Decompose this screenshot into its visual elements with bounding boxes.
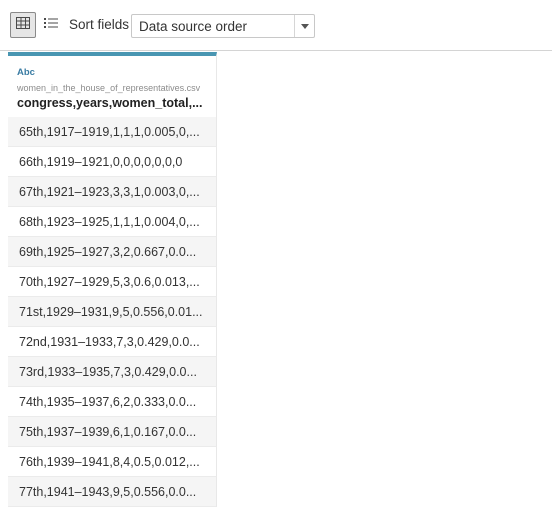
table-row[interactable]: 77th,1941–1943,9,5,0.556,0.0... <box>8 477 217 507</box>
grid-icon <box>16 16 30 34</box>
table-row[interactable]: 67th,1921–1923,3,3,1,0.003,0,... <box>8 177 217 207</box>
sort-fields-label: Sort fields <box>69 17 130 32</box>
sort-fields-dropdown[interactable]: Data source order <box>131 14 315 38</box>
column-name: congress,years,women_total,... <box>17 96 203 110</box>
column-source: women_in_the_house_of_representatives.cs… <box>17 83 201 93</box>
table-row[interactable]: 71st,1929–1931,9,5,0.556,0.01... <box>8 297 217 327</box>
list-view-button[interactable] <box>38 12 64 38</box>
grid-view-button[interactable] <box>10 12 36 38</box>
table-row[interactable]: 66th,1919–1921,0,0,0,0,0,0,0 <box>8 147 217 177</box>
table-row[interactable]: 73rd,1933–1935,7,3,0.429,0.0... <box>8 357 217 387</box>
string-type-icon: Abc <box>17 67 35 78</box>
column-header[interactable]: Abc women_in_the_house_of_representative… <box>8 52 217 117</box>
table-row[interactable]: 65th,1917–1919,1,1,1,0.005,0,... <box>8 117 217 147</box>
table-row[interactable]: 72nd,1931–1933,7,3,0.429,0.0... <box>8 327 217 357</box>
sort-fields-value: Data source order <box>139 19 248 34</box>
list-icon <box>44 16 58 34</box>
toolbar: Sort fields Data source order <box>0 0 552 51</box>
table-row[interactable]: 70th,1927–1929,5,3,0.6,0.013,... <box>8 267 217 297</box>
data-rows: 65th,1917–1919,1,1,1,0.005,0,... 66th,19… <box>8 117 217 507</box>
table-row[interactable]: 69th,1925–1927,3,2,0.667,0.0... <box>8 237 217 267</box>
data-grid: Abc women_in_the_house_of_representative… <box>0 52 552 507</box>
chevron-down-icon[interactable] <box>295 15 314 37</box>
table-row[interactable]: 74th,1935–1937,6,2,0.333,0.0... <box>8 387 217 417</box>
table-row[interactable]: 68th,1923–1925,1,1,1,0.004,0,... <box>8 207 217 237</box>
table-row[interactable]: 76th,1939–1941,8,4,0.5,0.012,... <box>8 447 217 477</box>
table-row[interactable]: 75th,1937–1939,6,1,0.167,0.0... <box>8 417 217 447</box>
